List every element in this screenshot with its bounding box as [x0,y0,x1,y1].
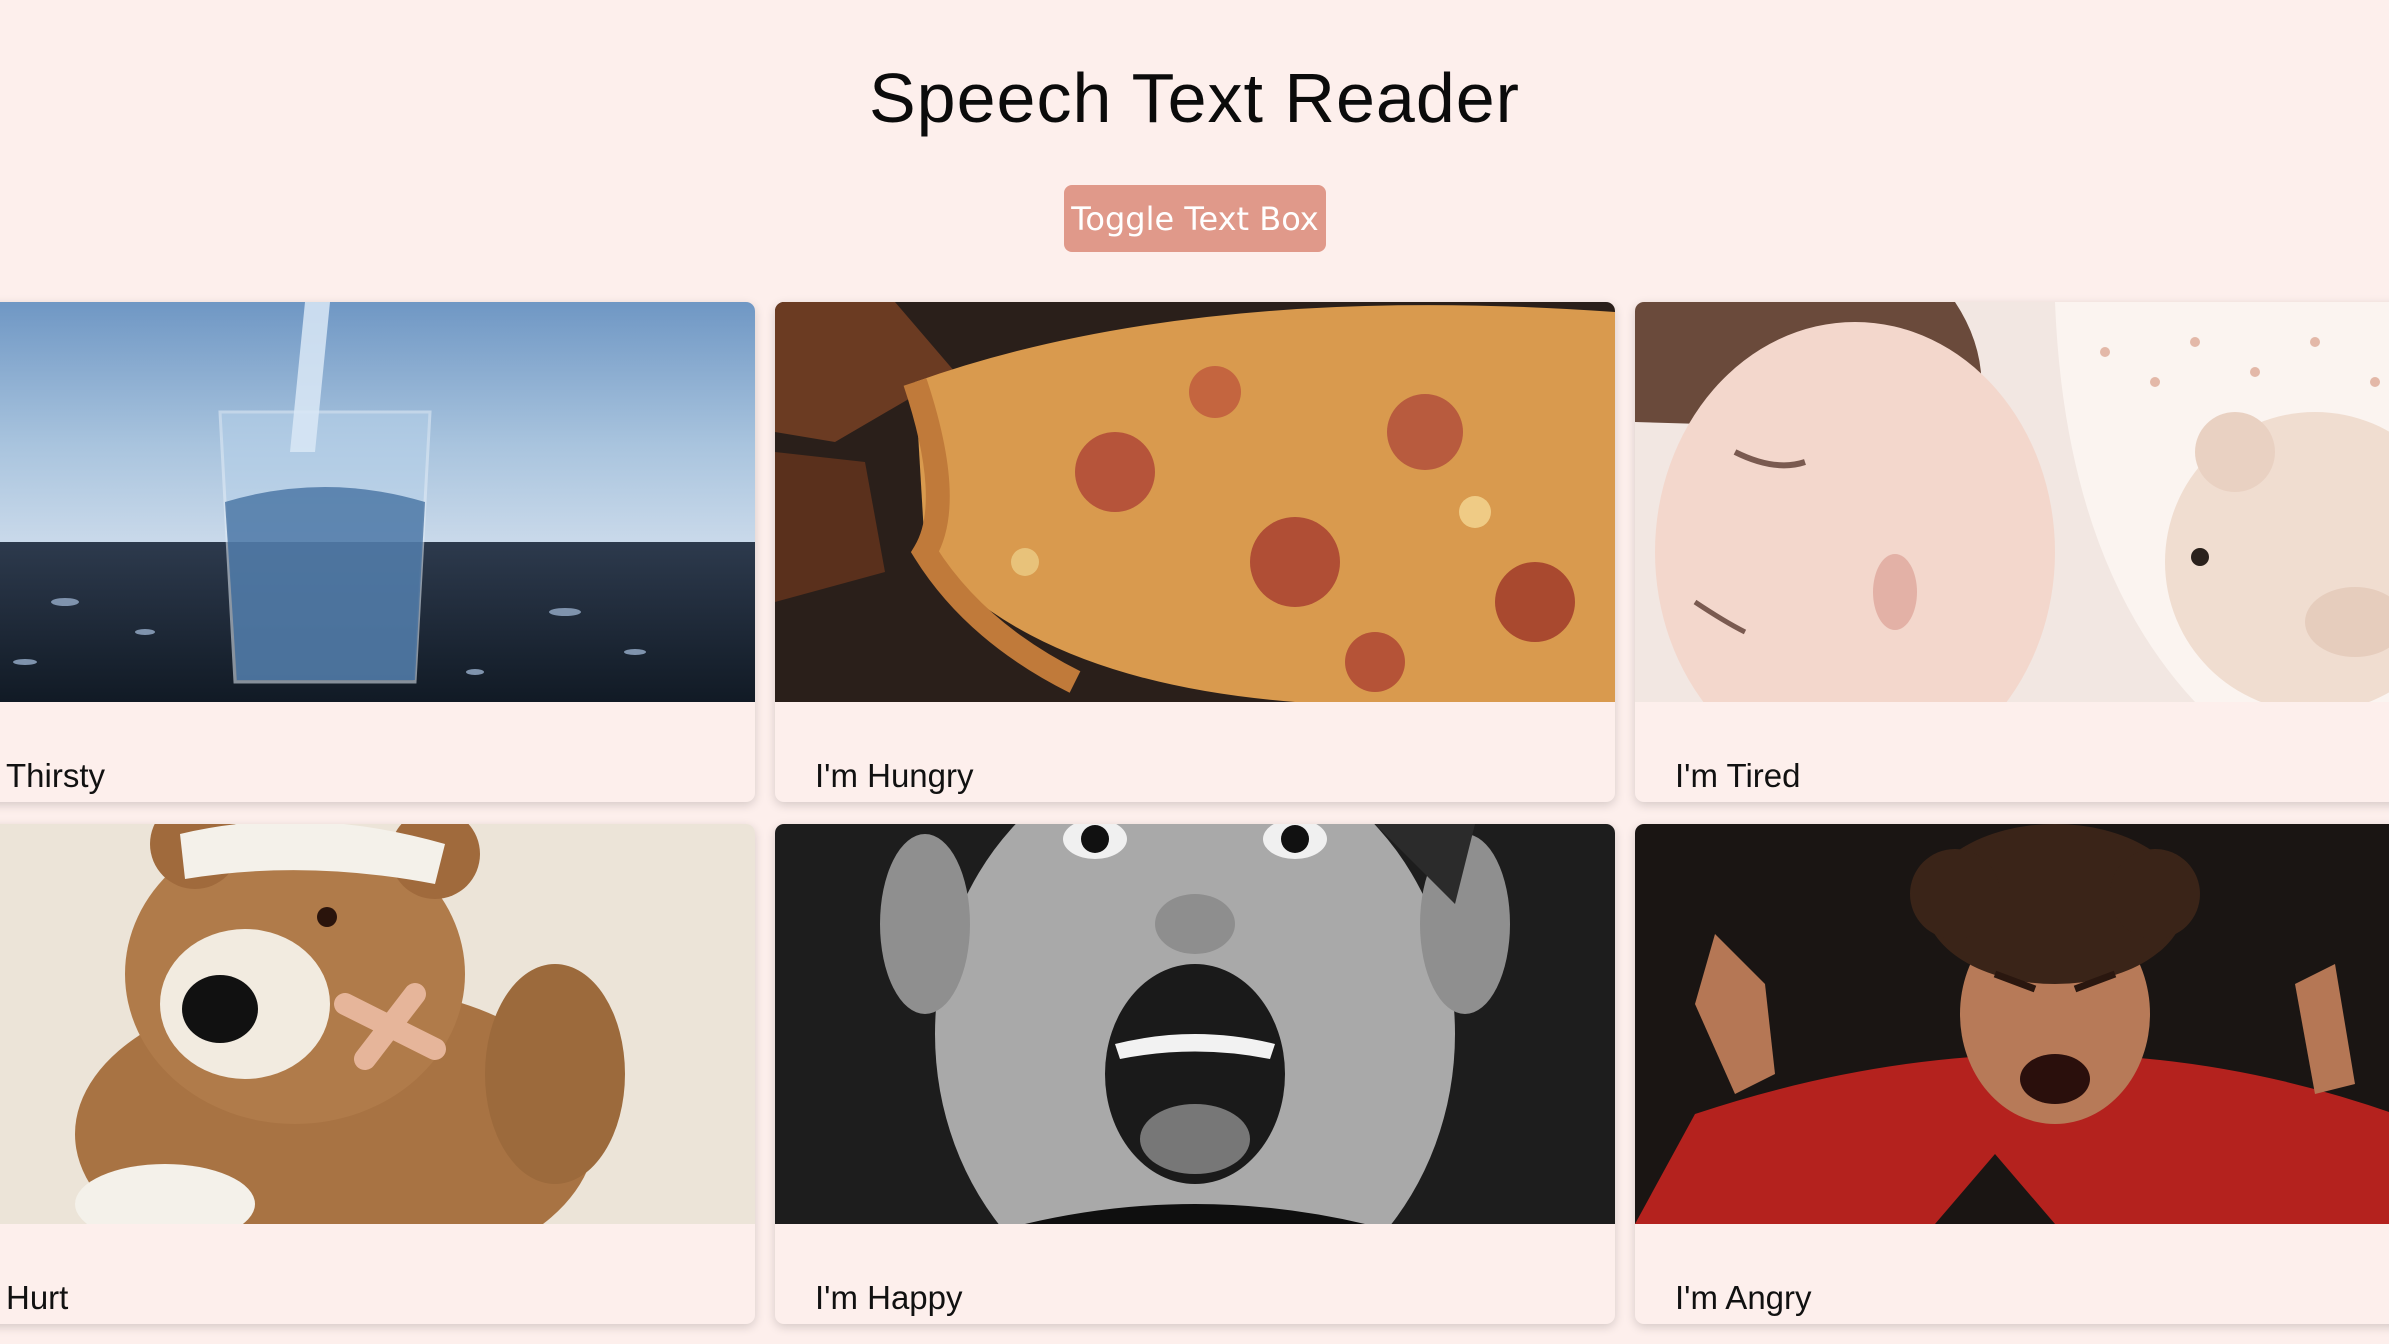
card-label: I'm Happy [815,1279,963,1316]
card-image-teddy-bear [0,824,755,1224]
card-label: I'm Hungry [815,757,974,794]
card-image-water [0,302,755,702]
card-image-pizza [775,302,1615,702]
card-label: Thirsty [6,757,105,794]
speech-card-thirsty[interactable]: Thirsty [0,302,755,802]
card-label: I'm Tired [1675,757,1801,794]
card-image-angry-child [1635,824,2389,1224]
speech-card-hungry[interactable]: I'm Hungry [775,302,1615,802]
card-image-excited-boy [775,824,1615,1224]
speech-card-grid: Thirsty I'm Hungry I'm Tired Hurt I'm Ha… [0,0,2389,1344]
speech-card-angry[interactable]: I'm Angry [1635,824,2389,1324]
speech-card-tired[interactable]: I'm Tired [1635,302,2389,802]
speech-card-happy[interactable]: I'm Happy [775,824,1615,1324]
card-label: Hurt [6,1279,69,1316]
card-label: I'm Angry [1675,1279,1812,1316]
speech-card-hurt[interactable]: Hurt [0,824,755,1324]
card-image-sleeping-child [1635,302,2389,702]
